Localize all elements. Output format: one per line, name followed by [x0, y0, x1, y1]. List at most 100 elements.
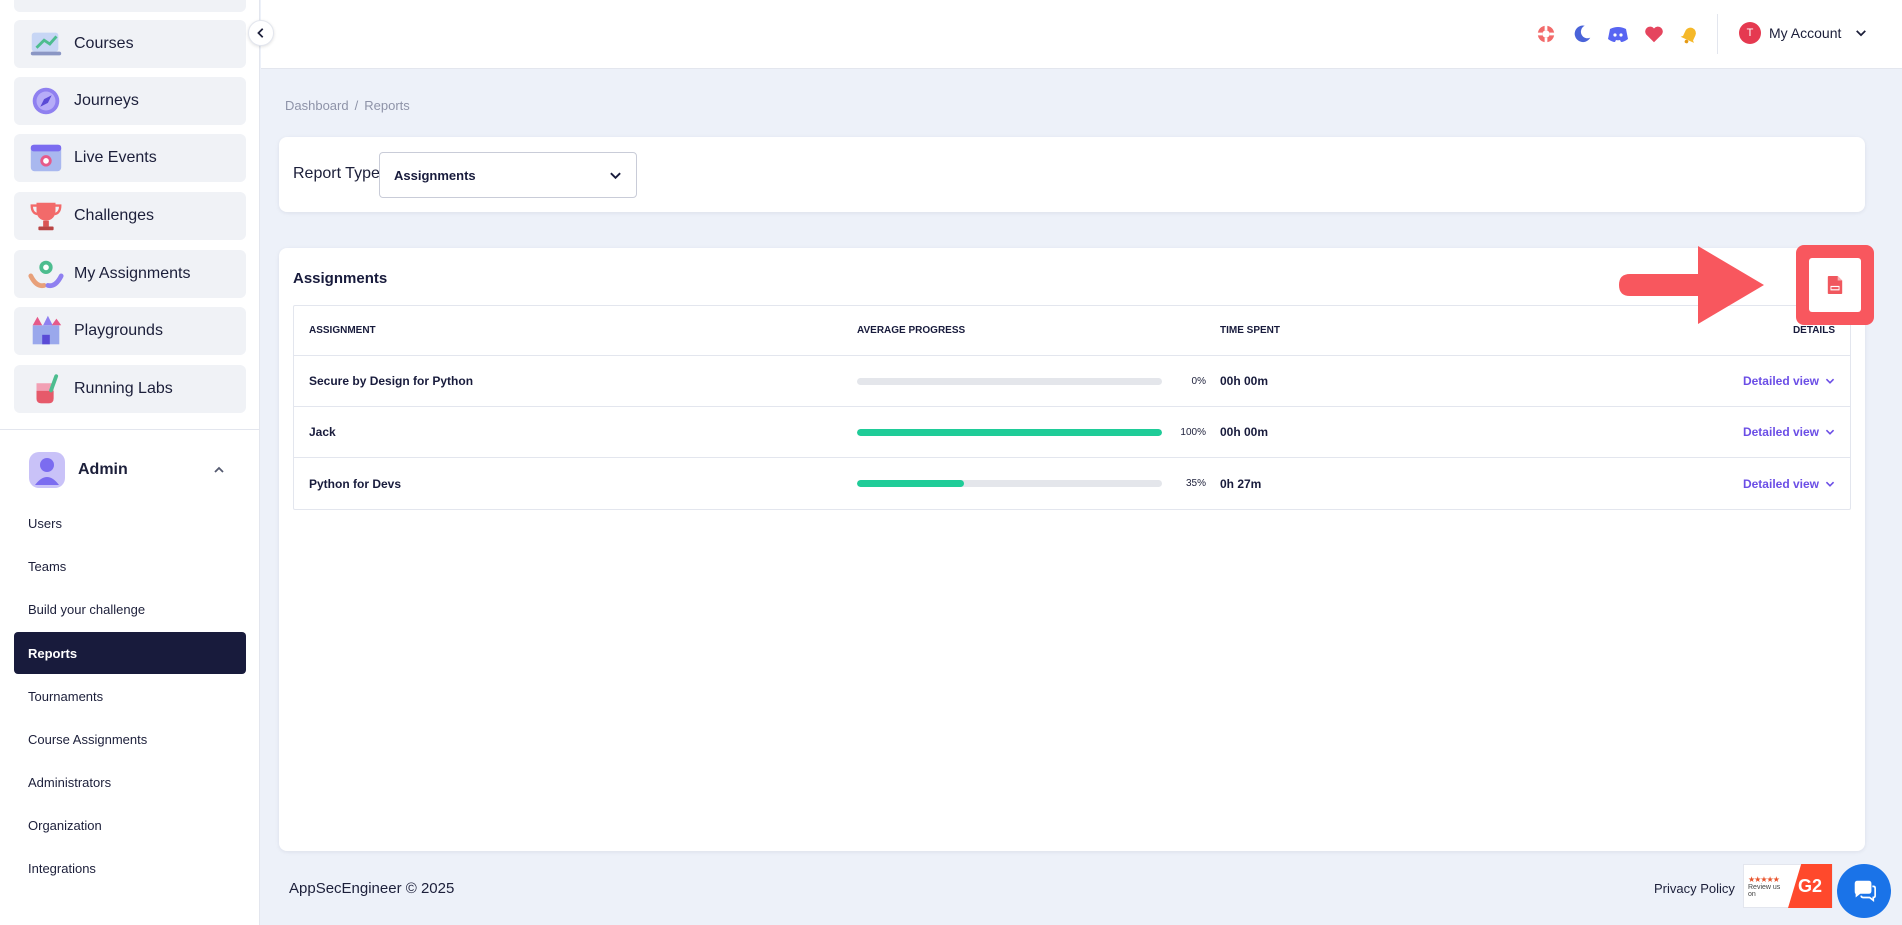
sidebar-item-build-your-challenge[interactable]: Build your challenge: [14, 588, 246, 630]
assignments-report-card: Assignments ASSIGNMENT AVERAGE PROGRESS …: [279, 248, 1865, 851]
sidebar-collapse-button[interactable]: [248, 20, 274, 46]
progress-fill: [857, 480, 964, 487]
sidebar-item-label: My Assignments: [74, 265, 191, 282]
chevron-down-icon: [1825, 378, 1835, 384]
sidebar-item-integrations[interactable]: Integrations: [14, 847, 246, 889]
topbar-icons: [1534, 22, 1702, 46]
detailed-view-label: Detailed view: [1742, 374, 1819, 388]
annotation-arrow: [1619, 246, 1764, 324]
report-type-label: Report Type: [293, 165, 380, 182]
admin-section-toggle[interactable]: Admin: [14, 444, 246, 496]
progress-percent: 100%: [1180, 426, 1206, 438]
privacy-policy-link[interactable]: Privacy Policy: [1654, 881, 1735, 896]
g2-stars: ★★★★★: [1748, 874, 1780, 884]
chevron-down-icon: [610, 172, 621, 179]
sidebar-item-label: Courses: [74, 35, 134, 52]
table-title: Assignments: [293, 270, 388, 287]
sidebar-item-challenges[interactable]: Challenges: [14, 192, 246, 240]
heart-icon[interactable]: [1642, 22, 1666, 46]
sidebar-item-teams[interactable]: Teams: [14, 545, 246, 587]
download-csv-button[interactable]: [1809, 258, 1861, 312]
time-spent: 0h 27m: [1220, 476, 1262, 491]
sidebar-item-tournaments[interactable]: Tournaments: [14, 675, 246, 717]
details-cell: Detailed view: [1700, 477, 1850, 491]
sidebar-item-administrators[interactable]: Administrators: [14, 761, 246, 803]
report-filter-card: Report Type Assignments: [279, 137, 1865, 212]
chevron-up-icon: [208, 459, 230, 481]
trophy-icon: [26, 196, 66, 236]
sidebar-item-label: Playgrounds: [74, 322, 163, 339]
sidebar-item-courses[interactable]: Courses: [14, 20, 246, 68]
details-cell: Detailed view: [1700, 425, 1850, 439]
chevron-down-icon: [1856, 30, 1867, 37]
breadcrumb: Dashboard / Reports: [285, 98, 410, 113]
dashboard-icon: [26, 0, 66, 8]
table-row: Python for Devs 35% 0h 27m Detailed view: [294, 458, 1850, 509]
detailed-view-link[interactable]: Detailed view: [1743, 374, 1835, 388]
lab-icon: [26, 369, 66, 409]
discord-icon[interactable]: [1606, 22, 1630, 46]
sidebar-item-live-events[interactable]: Live Events: [14, 134, 246, 182]
detailed-view-label: Detailed view: [1742, 476, 1819, 491]
progress-cell: 100%: [857, 427, 1220, 438]
moon-icon[interactable]: [1570, 22, 1594, 46]
progress-bar: [857, 377, 1162, 385]
admin-avatar-icon: [26, 449, 68, 491]
topbar-divider: [1717, 14, 1718, 54]
chevron-down-icon: [1825, 429, 1835, 435]
sidebar-item-label: Running Labs: [74, 380, 173, 397]
time-spent: 00h 00m: [1220, 374, 1269, 388]
sidebar-item-running-labs[interactable]: Running Labs: [14, 365, 246, 413]
sidebar: Courses Journeys Live Events Challenges …: [0, 0, 260, 925]
assignment-name: Python for Devs: [309, 476, 402, 491]
time-spent: 00h 00m: [1220, 425, 1269, 439]
detailed-view-link[interactable]: Detailed view: [1743, 477, 1835, 491]
sidebar-item-organization[interactable]: Organization: [14, 804, 246, 846]
breadcrumb-dashboard[interactable]: Dashboard: [285, 98, 349, 113]
progress-percent: 0%: [1191, 375, 1206, 387]
courses-icon: [26, 24, 66, 64]
sidebar-item-users[interactable]: Users: [14, 502, 246, 544]
sidebar-item-journeys[interactable]: Journeys: [14, 77, 246, 125]
g2-logo: G2: [1788, 864, 1832, 908]
progress-percent: 35%: [1185, 478, 1206, 489]
chat-widget-button[interactable]: [1837, 864, 1891, 918]
csv-file-icon: [1827, 276, 1843, 294]
sidebar-item-my-assignments[interactable]: My Assignments: [14, 250, 246, 298]
assignments-icon: [26, 254, 66, 294]
breadcrumb-separator: /: [354, 98, 359, 113]
g2-review-badge[interactable]: ★★★★★ Review us on G2: [1743, 864, 1833, 908]
account-menu[interactable]: T My Account: [1739, 22, 1867, 44]
table-row: Jack 100% 00h 00m Detailed view: [294, 407, 1850, 458]
sidebar-item-partial[interactable]: [14, 0, 246, 12]
assignment-name: Jack: [309, 425, 336, 439]
chat-icon: [1854, 880, 1876, 902]
progress-bar: [857, 480, 1162, 487]
details-cell: Detailed view: [1700, 374, 1850, 388]
bell-icon[interactable]: [1678, 22, 1702, 46]
lifebuoy-icon[interactable]: [1534, 22, 1558, 46]
table-row: Secure by Design for Python 0% 00h 00m D…: [294, 356, 1850, 407]
compass-icon: [26, 81, 66, 121]
detailed-view-label: Detailed view: [1742, 425, 1819, 439]
sidebar-item-label: Challenges: [74, 207, 155, 224]
sidebar-item-course-assignments[interactable]: Course Assignments: [14, 718, 246, 760]
admin-label: Admin: [78, 461, 128, 478]
sidebar-item-label: Live Events: [74, 149, 157, 166]
sidebar-item-playgrounds[interactable]: Playgrounds: [14, 307, 246, 355]
header-assignment: ASSIGNMENT: [309, 325, 376, 336]
report-type-select[interactable]: Assignments: [379, 152, 637, 198]
progress-cell: 35%: [857, 478, 1220, 489]
topbar: T My Account: [261, 0, 1902, 69]
avatar: T: [1739, 22, 1761, 44]
detailed-view-link[interactable]: Detailed view: [1743, 425, 1835, 439]
assignment-name: Secure by Design for Python: [309, 374, 474, 388]
g2-review-text: Review us on: [1748, 883, 1781, 898]
sidebar-item-label: Journeys: [74, 92, 139, 109]
sidebar-item-reports[interactable]: Reports: [14, 632, 246, 674]
chevron-down-icon: [1825, 481, 1835, 487]
sidebar-divider: [0, 429, 260, 430]
footer-copyright: AppSecEngineer © 2025: [289, 880, 455, 897]
account-label: My Account: [1769, 25, 1842, 41]
progress-cell: 0%: [857, 376, 1220, 387]
